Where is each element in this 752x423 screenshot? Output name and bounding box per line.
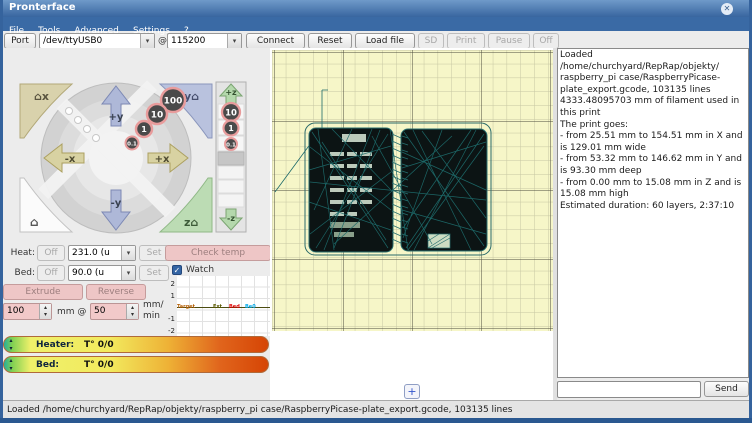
heater-gauge-slider[interactable]: ▴▾ Heater: T° 0/0: [3, 336, 269, 353]
home-z-label: z⌂: [184, 216, 198, 229]
gcode-viewer: +: [270, 48, 556, 400]
heater-gauge-label: Heater:: [36, 340, 74, 350]
jog-z-plus-label: +z: [225, 88, 237, 97]
port-combo[interactable]: /dev/ttyUSB0 ▾: [39, 33, 155, 49]
mm-at-label: mm @: [57, 307, 86, 317]
home-x-label: ⌂x: [34, 90, 49, 103]
send-button[interactable]: Send: [704, 381, 749, 397]
extrude-speed-value: 50: [94, 306, 105, 316]
extrude-speed-spinner[interactable]: 50 ▴▾: [90, 303, 139, 320]
reverse-button: Reverse: [86, 284, 146, 300]
heat-label: Heat:: [5, 248, 35, 258]
pronterface-window: Pronterface ✕ File Tools Advanced Settin…: [0, 0, 752, 423]
chevron-down-icon[interactable]: ▾: [121, 266, 135, 280]
spinner-arrows-icon[interactable]: ▴▾: [39, 304, 51, 319]
bed-label: Bed:: [5, 268, 35, 278]
close-icon[interactable]: ✕: [721, 3, 733, 15]
baud-combo[interactable]: 115200 ▾: [167, 33, 242, 49]
window-border-bottom: [0, 418, 752, 423]
window-border-left: [0, 0, 3, 423]
heat-off-button: Off: [37, 245, 65, 261]
temperature-graph: 2 1 -1 -2 Target Ext Bed Be0: [163, 276, 271, 336]
z-jog-strip[interactable]: +z 10 1 0.1 -z: [216, 82, 246, 232]
legend-target: Target: [177, 304, 195, 311]
home-all-label: ⌂: [30, 215, 39, 229]
menubar: File Tools Advanced Settings ?: [0, 17, 752, 31]
chevron-down-icon[interactable]: ▾: [227, 34, 241, 48]
bed-gauge-label: Bed:: [36, 360, 59, 370]
port-button[interactable]: Port: [4, 33, 36, 49]
legend-bed: Bed: [229, 304, 240, 311]
legend-ext: Ext: [213, 304, 222, 311]
distance-100[interactable]: 100: [164, 97, 183, 107]
bed-gauge-value: T° 0/0: [84, 360, 114, 370]
chevron-down-icon[interactable]: ▾: [140, 34, 154, 48]
watch-checkbox[interactable]: ✓: [172, 265, 182, 275]
control-panel: ⌂x y⌂ ⌂ z⌂ +y -y -x +x: [3, 48, 270, 400]
home-y-label: y⌂: [184, 90, 199, 103]
z-distance-1[interactable]: 1: [228, 124, 234, 133]
heat-temp-combo[interactable]: 231.0 (u ▾: [68, 245, 136, 261]
z-distance-0-1[interactable]: 0.1: [226, 143, 236, 149]
extrude-button: Extrude: [3, 284, 83, 300]
window-title: Pronterface: [9, 2, 76, 13]
graph-ylabel: 2: [163, 280, 175, 288]
off-button: Off: [533, 33, 559, 49]
graph-ylabel: -2: [163, 327, 175, 335]
bed-temp-value: 90.0 (u: [72, 268, 121, 278]
watch-label: Watch: [186, 265, 214, 275]
heater-gauge-value: T° 0/0: [84, 340, 114, 350]
legend-bed0: Be0: [245, 304, 256, 311]
titlebar[interactable]: Pronterface ✕: [0, 0, 752, 17]
jog-x-minus-label: -x: [65, 154, 76, 165]
connect-button[interactable]: Connect: [246, 33, 305, 49]
jog-y-plus-label: +y: [109, 112, 124, 123]
gcode-canvas[interactable]: [272, 50, 553, 331]
feed-unit-label-2: min: [143, 311, 160, 321]
reset-button[interactable]: Reset: [308, 33, 352, 49]
spinner-arrows-icon[interactable]: ▴▾: [126, 304, 138, 319]
chevron-down-icon[interactable]: ▾: [121, 246, 135, 260]
extrude-length-spinner[interactable]: 100 ▴▾: [3, 303, 52, 320]
z-distance-10[interactable]: 10: [225, 109, 237, 119]
bed-off-button: Off: [37, 265, 65, 281]
heat-temp-value: 231.0 (u: [72, 248, 121, 258]
jog-z-minus-label: -z: [227, 214, 235, 223]
print-button: Print: [447, 33, 485, 49]
extrude-length-value: 100: [7, 306, 24, 316]
sd-button: SD: [418, 33, 444, 49]
distance-10[interactable]: 10: [151, 111, 164, 121]
jog-controls[interactable]: ⌂x y⌂ ⌂ z⌂ +y -y -x +x: [12, 80, 250, 238]
gauge-stepper-icons[interactable]: ▴▾: [6, 357, 16, 373]
bed-gauge-slider[interactable]: ▴▾ Bed: T° 0/0: [3, 356, 269, 373]
graph-ylabel: 1: [163, 292, 175, 300]
console-panel: Loaded /home/churchyard/RepRap/objekty/ …: [557, 48, 749, 400]
statusbar: Loaded /home/churchyard/RepRap/objekty/r…: [3, 400, 749, 418]
status-text: Loaded /home/churchyard/RepRap/objekty/r…: [7, 405, 512, 415]
at-label: @: [158, 36, 167, 46]
gauge-stepper-icons[interactable]: ▴▾: [6, 337, 16, 353]
distance-0-1[interactable]: 0.1: [127, 142, 137, 148]
jog-x-plus-label: +x: [155, 154, 170, 165]
feed-unit-label-1: mm/: [143, 300, 164, 310]
check-temp-button: Check temp: [165, 245, 271, 261]
pause-button: Pause: [488, 33, 530, 49]
log-output[interactable]: Loaded /home/churchyard/RepRap/objekty/ …: [557, 48, 749, 378]
zoom-in-button[interactable]: +: [404, 384, 420, 399]
graph-ylabel: -1: [163, 315, 175, 323]
baud-value: 115200: [171, 36, 227, 46]
bed-temp-combo[interactable]: 90.0 (u ▾: [68, 265, 136, 281]
jog-y-minus-label: -y: [111, 198, 122, 209]
load-file-button[interactable]: Load file: [355, 33, 415, 49]
command-input[interactable]: [557, 381, 701, 398]
port-value: /dev/ttyUSB0: [43, 36, 140, 46]
distance-1[interactable]: 1: [141, 125, 147, 134]
